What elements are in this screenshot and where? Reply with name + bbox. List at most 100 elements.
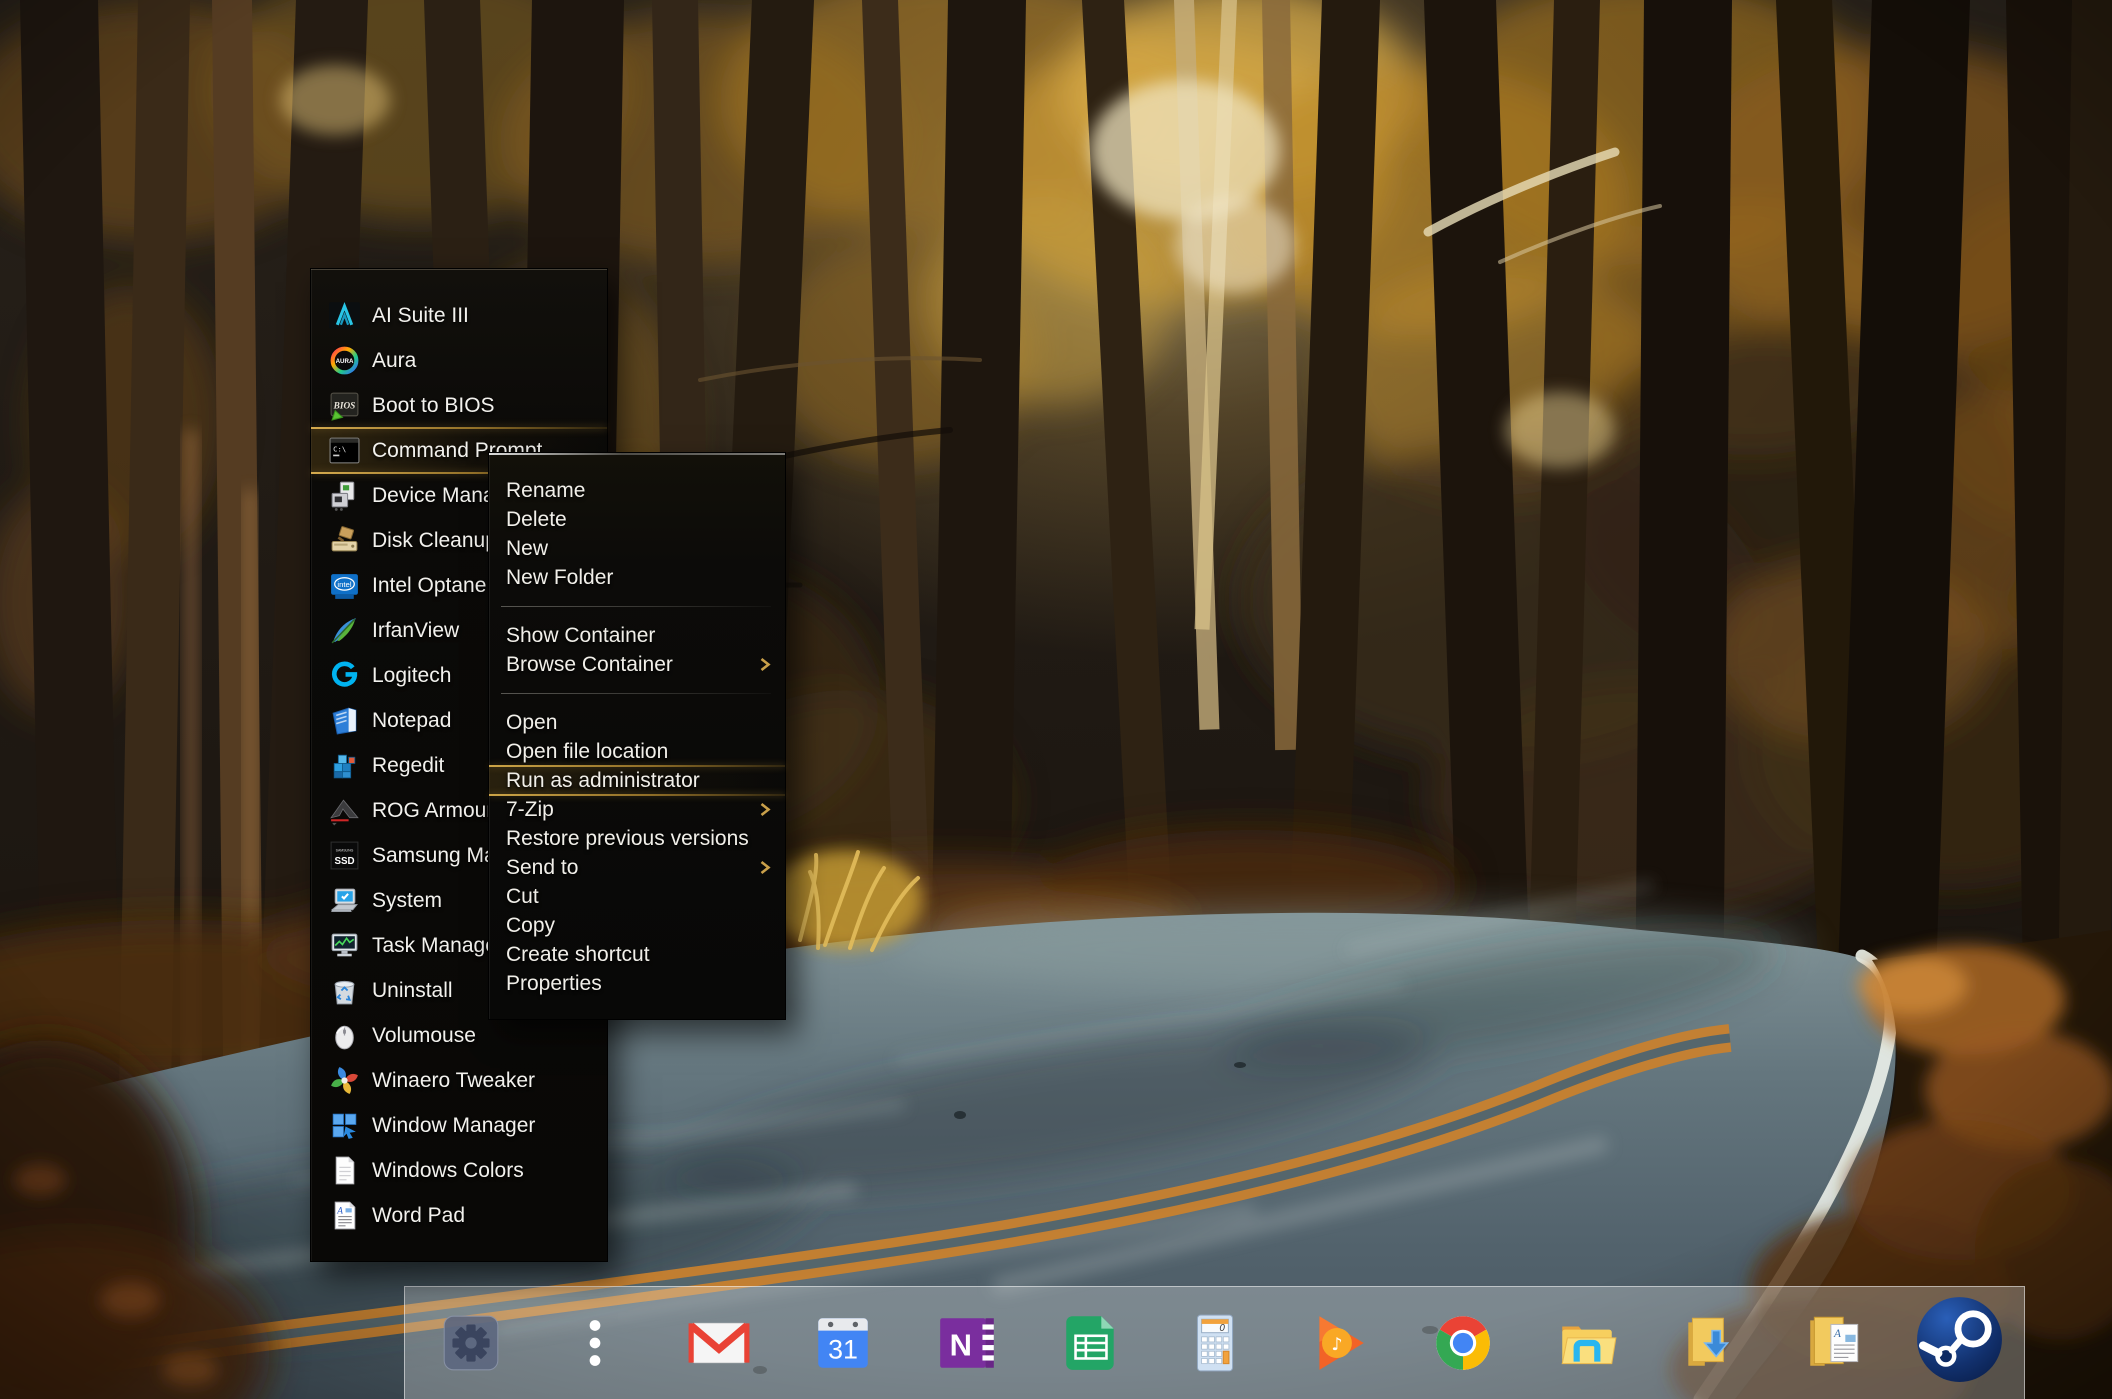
- svg-text:SAMSUNG: SAMSUNG: [336, 848, 354, 852]
- svg-text:C:\: C:\: [333, 445, 346, 454]
- regedit-icon: [328, 749, 361, 782]
- app-menu-item-label: Window Manager: [372, 1114, 535, 1138]
- context-menu-item-properties[interactable]: Properties: [489, 969, 785, 998]
- dock-item-calendar[interactable]: 31: [810, 1310, 876, 1376]
- app-menu-item-label: Winaero Tweaker: [372, 1069, 535, 1093]
- context-menu-item-open-file-location[interactable]: Open file location: [489, 737, 785, 766]
- context-menu-item-new-folder[interactable]: New Folder: [489, 563, 785, 592]
- svg-text:31: 31: [828, 1334, 858, 1364]
- context-menu-item-label: Browse Container: [506, 653, 673, 677]
- context-menu-item-label: Delete: [506, 508, 567, 532]
- desktop: AI Suite IIIAURAAura BIOS Boot to BIOS C:\ C…: [0, 0, 2112, 1399]
- dock-item-calculator[interactable]: 0: [1182, 1310, 1248, 1376]
- play-music-icon: ♪: [1306, 1310, 1372, 1376]
- calculator-icon: 0: [1182, 1310, 1248, 1376]
- context-menu-item-label: Properties: [506, 972, 602, 996]
- gmail-icon: [686, 1310, 752, 1376]
- ai-suite-icon: [328, 299, 361, 332]
- taskbar-dock: 31 N 0 ♪ A: [404, 1286, 2025, 1399]
- app-menu-item-label: Notepad: [372, 709, 451, 733]
- context-menu-item-label: Open: [506, 711, 557, 735]
- app-menu-item-ai-suite-iii[interactable]: AI Suite III: [311, 293, 607, 338]
- settings-gear-icon: [438, 1310, 504, 1376]
- boot-to-bios-icon: BIOS: [328, 389, 361, 422]
- context-menu-item-label: Rename: [506, 479, 585, 503]
- dock-item-documents[interactable]: A: [1802, 1310, 1868, 1376]
- context-menu-item-run-as-administrator[interactable]: Run as administrator: [489, 766, 785, 795]
- sheets-icon: [1058, 1310, 1124, 1376]
- context-menu-item-7-zip[interactable]: 7-Zip: [489, 795, 785, 824]
- menu-separator: [501, 693, 771, 694]
- context-menu-item-label: Run as administrator: [506, 769, 700, 793]
- svg-text:0: 0: [1219, 1323, 1225, 1334]
- context-menu-item-restore-previous-versions[interactable]: Restore previous versions: [489, 824, 785, 853]
- dock-item-downloads[interactable]: [1678, 1310, 1744, 1376]
- notepad-icon: [328, 704, 361, 737]
- submenu-arrow-icon: [759, 859, 771, 876]
- dock-item-file-explorer[interactable]: [1554, 1310, 1620, 1376]
- dock-item-chrome[interactable]: [1430, 1310, 1496, 1376]
- context-menu-item-create-shortcut[interactable]: Create shortcut: [489, 940, 785, 969]
- command-prompt-icon: C:\: [328, 434, 361, 467]
- dock-item-more-options[interactable]: [562, 1310, 628, 1376]
- disk-cleanup-icon: [328, 524, 361, 557]
- context-menu-item-new[interactable]: New: [489, 534, 785, 563]
- context-menu-item-send-to[interactable]: Send to: [489, 853, 785, 882]
- rog-armoury-icon: [328, 794, 361, 827]
- dock-item-sheets[interactable]: [1058, 1310, 1124, 1376]
- svg-text:N: N: [950, 1327, 972, 1362]
- app-menu-item-label: System: [372, 889, 442, 913]
- app-menu-item-aura[interactable]: AURAAura: [311, 338, 607, 383]
- app-menu-item-winaero-tweaker[interactable]: Winaero Tweaker: [311, 1058, 607, 1103]
- uninstall-icon: [328, 974, 361, 1007]
- context-menu-item-rename[interactable]: Rename: [489, 476, 785, 505]
- calendar-icon: 31: [810, 1310, 876, 1376]
- svg-text:SSD: SSD: [334, 856, 354, 867]
- app-menu-item-label: Boot to BIOS: [372, 394, 495, 418]
- context-menu-item-label: Send to: [506, 856, 578, 880]
- svg-text:A: A: [336, 1206, 343, 1216]
- word-pad-icon: A: [328, 1199, 361, 1232]
- app-menu-item-label: Regedit: [372, 754, 444, 778]
- svg-text:♪: ♪: [1331, 1335, 1342, 1355]
- app-menu-item-label: Uninstall: [372, 979, 453, 1003]
- context-menu-item-browse-container[interactable]: Browse Container: [489, 650, 785, 679]
- intel-optane-icon: intel: [328, 569, 361, 602]
- app-menu-item-label: IrfanView: [372, 619, 459, 643]
- app-menu-item-windows-colors[interactable]: Windows Colors: [311, 1148, 607, 1193]
- context-menu-item-label: Cut: [506, 885, 539, 909]
- app-menu-item-window-manager[interactable]: Window Manager: [311, 1103, 607, 1148]
- context-menu: Rename DeleteNewNew Folder Show Container B…: [488, 452, 786, 1020]
- winaero-tweaker-icon: [328, 1064, 361, 1097]
- svg-text:BIOS: BIOS: [333, 402, 356, 412]
- steam-icon: [1911, 1299, 2008, 1388]
- context-menu-item-open[interactable]: Open: [489, 708, 785, 737]
- dock-item-gmail[interactable]: [686, 1310, 752, 1376]
- app-menu-item-label: Logitech: [372, 664, 451, 688]
- dock-item-steam[interactable]: [1926, 1310, 1992, 1376]
- app-menu-item-label: Aura: [372, 349, 416, 373]
- windows-colors-icon: [328, 1154, 361, 1187]
- app-menu-item-label: Disk Cleanup: [372, 529, 497, 553]
- app-menu-item-label: Word Pad: [372, 1204, 465, 1228]
- dock-item-play-music[interactable]: ♪: [1306, 1310, 1372, 1376]
- submenu-arrow-icon: [759, 801, 771, 818]
- context-menu-item-copy[interactable]: Copy: [489, 911, 785, 940]
- dock-item-onenote[interactable]: N: [934, 1310, 1000, 1376]
- file-explorer-icon: [1554, 1310, 1620, 1376]
- context-menu-item-label: Open file location: [506, 740, 668, 764]
- app-menu-item-word-pad[interactable]: A Word Pad: [311, 1193, 607, 1238]
- logitech-icon: [328, 659, 361, 692]
- context-menu-item-show-container[interactable]: Show Container: [489, 621, 785, 650]
- app-menu-item-boot-to-bios[interactable]: BIOS Boot to BIOS: [311, 383, 607, 428]
- context-menu-item-delete[interactable]: Delete: [489, 505, 785, 534]
- app-menu-item-label: Task Manager: [372, 934, 504, 958]
- context-menu-item-label: Show Container: [506, 624, 655, 648]
- context-menu-item-cut[interactable]: Cut: [489, 882, 785, 911]
- samsung-magician-icon: SAMSUNG SSD: [328, 839, 361, 872]
- dock-item-settings[interactable]: [438, 1310, 504, 1376]
- submenu-arrow-icon: [759, 656, 771, 673]
- onenote-icon: N: [934, 1310, 1000, 1376]
- window-manager-icon: [328, 1109, 361, 1142]
- system-icon: [328, 884, 361, 917]
